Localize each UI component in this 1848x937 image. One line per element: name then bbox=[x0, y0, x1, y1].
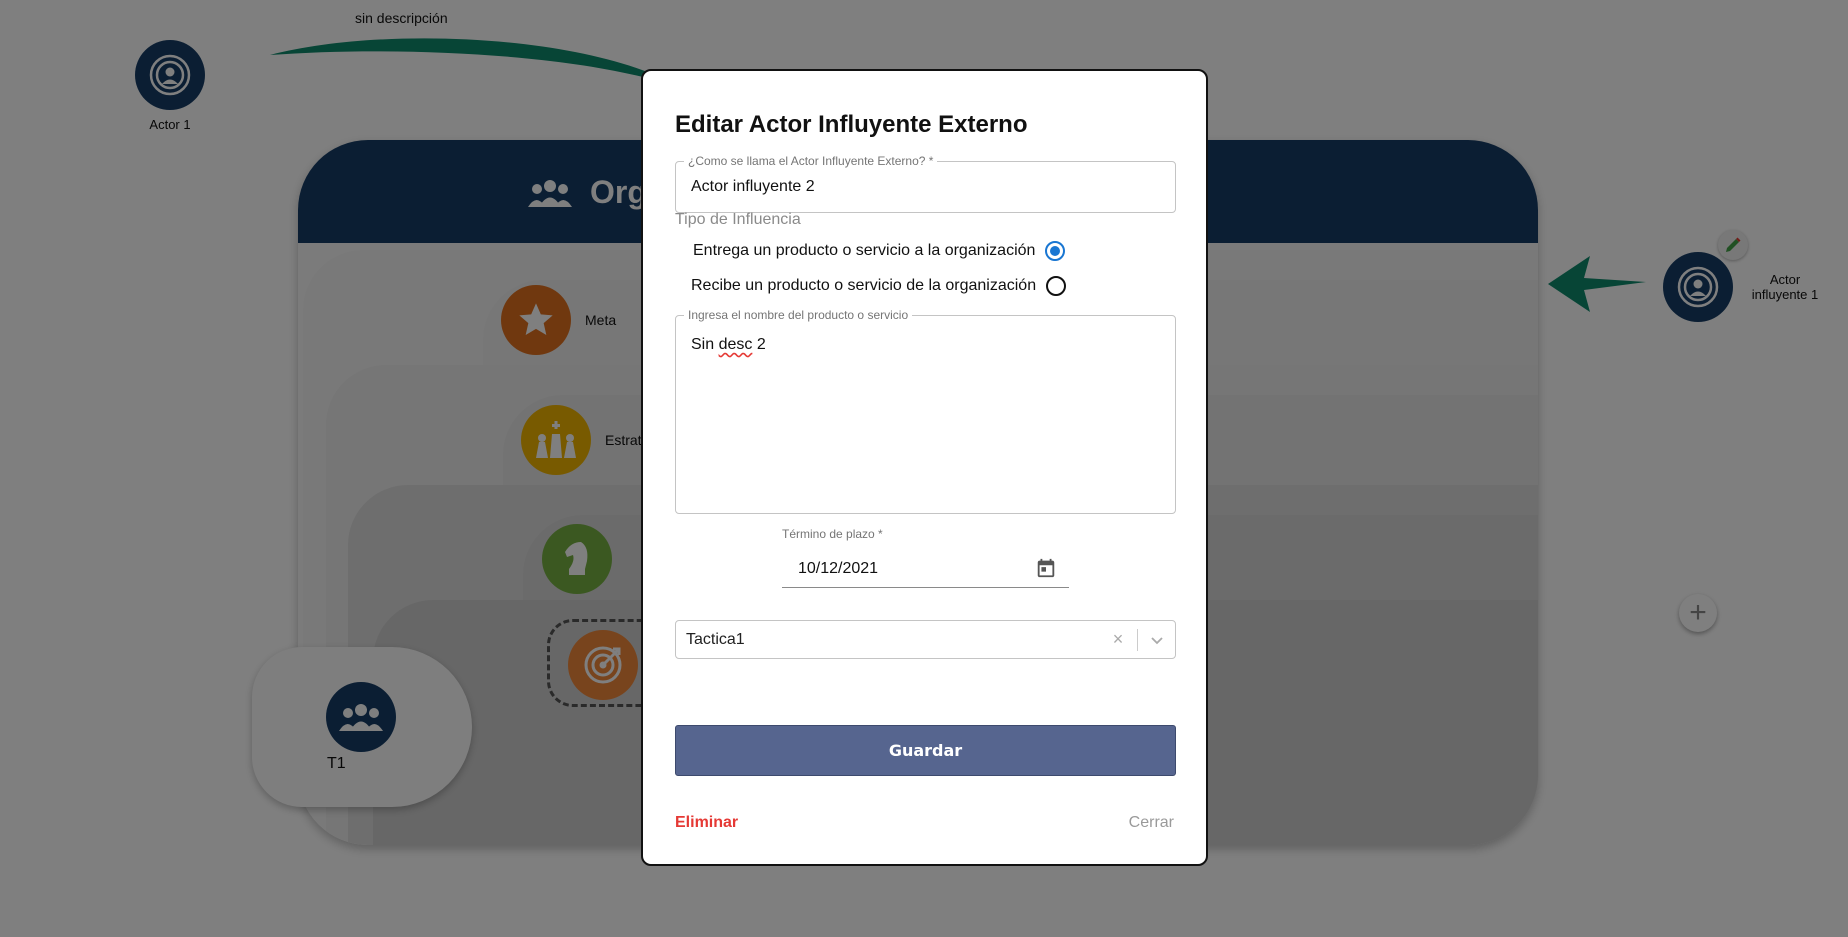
actor-name-value[interactable]: Actor influyente 2 bbox=[691, 178, 815, 196]
product-textarea[interactable]: Ingresa el nombre del producto o servici… bbox=[675, 308, 1176, 514]
radio-checked-icon[interactable] bbox=[1045, 241, 1066, 261]
radio-recibe-label: Recibe un producto o servicio de la orga… bbox=[691, 277, 1037, 294]
tactica-value: Tactica1 bbox=[686, 631, 745, 648]
influence-type-label: Tipo de Influencia bbox=[675, 211, 801, 228]
product-value[interactable]: Sin desc 2 bbox=[691, 336, 766, 354]
deadline-value[interactable]: 10/12/2021 bbox=[798, 560, 878, 578]
radio-entrega-label: Entrega un producto o servicio a la orga… bbox=[693, 242, 1036, 259]
clear-icon[interactable]: × bbox=[1109, 630, 1127, 648]
save-button[interactable]: Guardar bbox=[675, 725, 1176, 776]
radio-unchecked-icon[interactable] bbox=[1046, 276, 1067, 296]
select-separator bbox=[1137, 629, 1138, 651]
tactica-select[interactable]: Tactica1 × bbox=[675, 620, 1176, 659]
actor-name-field[interactable]: ¿Como se llama el Actor Influyente Exter… bbox=[675, 154, 1176, 213]
modal-title: Editar Actor Influyente Externo bbox=[675, 111, 1028, 138]
radio-entrega[interactable]: Entrega un producto o servicio a la orga… bbox=[693, 241, 1066, 261]
radio-recibe[interactable]: Recibe un producto o servicio de la orga… bbox=[691, 276, 1067, 296]
deadline-label: Término de plazo * bbox=[782, 527, 883, 541]
deadline-date-field[interactable]: Término de plazo * 10/12/2021 bbox=[782, 527, 1069, 588]
calendar-icon[interactable] bbox=[1035, 557, 1057, 579]
edit-actor-modal: Editar Actor Influyente Externo ¿Como se… bbox=[641, 69, 1208, 866]
product-label: Ingresa el nombre del producto o servici… bbox=[684, 308, 913, 322]
chevron-down-icon[interactable] bbox=[1149, 632, 1165, 648]
actor-name-label: ¿Como se llama el Actor Influyente Exter… bbox=[684, 154, 938, 168]
delete-button[interactable]: Eliminar bbox=[675, 814, 738, 832]
close-button[interactable]: Cerrar bbox=[1129, 814, 1174, 832]
